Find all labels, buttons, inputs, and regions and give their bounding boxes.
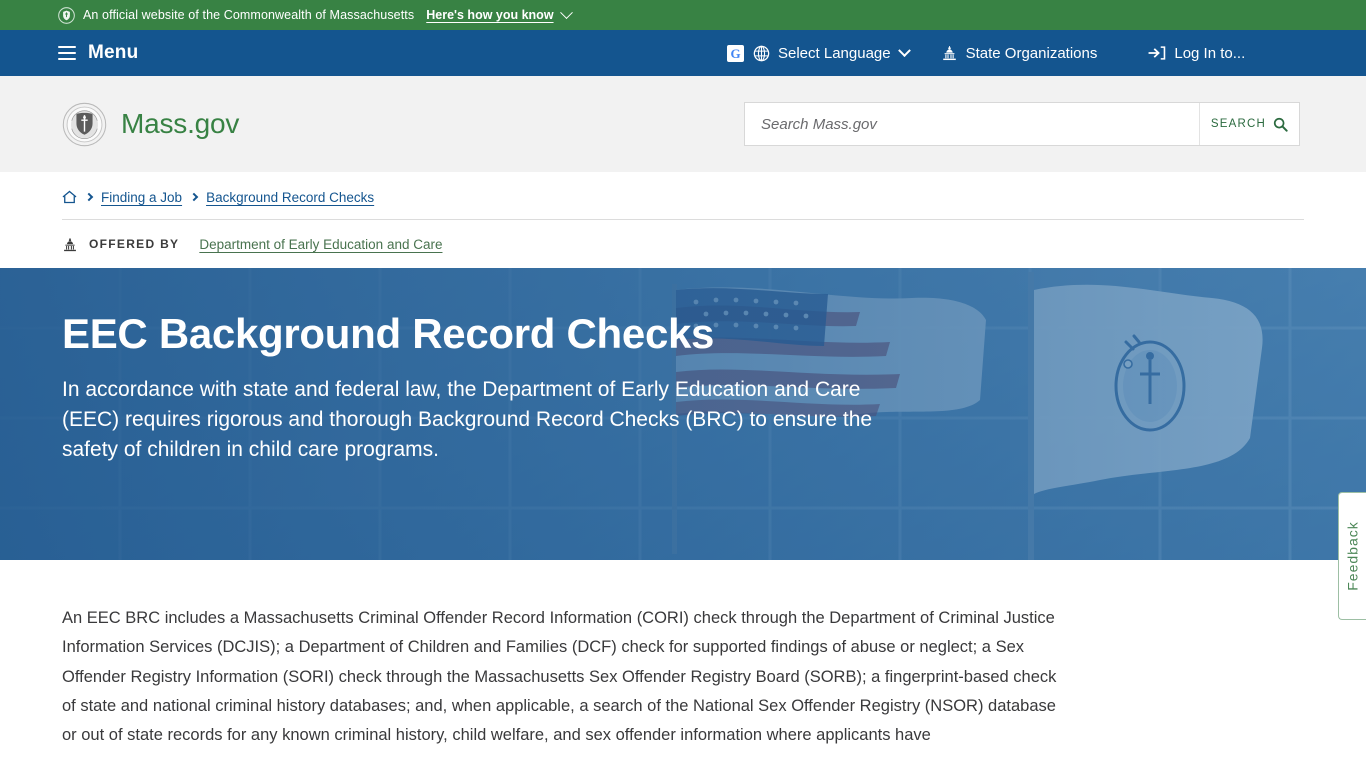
login-arrow-icon <box>1148 46 1166 60</box>
shield-icon <box>58 6 75 24</box>
page-title: EEC Background Record Checks <box>62 310 715 357</box>
offered-by-label: OFFERED BY <box>89 237 180 251</box>
capitol-building-icon <box>942 46 956 61</box>
log-in-to-link[interactable]: Log In to... <box>1148 45 1245 62</box>
google-translate-icon: G <box>727 44 744 62</box>
offered-by-organization-link[interactable]: Department of Early Education and Care <box>199 237 442 252</box>
breadcrumb-item-background-record-checks[interactable]: Background Record Checks <box>206 190 374 205</box>
official-banner-text: An official website of the Commonwealth … <box>83 8 415 22</box>
chevron-down-icon <box>897 43 911 57</box>
globe-icon <box>753 45 770 61</box>
breadcrumb-separator-icon <box>84 192 94 202</box>
hero-subtitle: In accordance with state and federal law… <box>62 378 873 461</box>
chevron-down-icon <box>559 5 573 19</box>
log-in-label: Log In to... <box>1174 44 1246 62</box>
home-icon[interactable] <box>62 190 77 204</box>
capitol-building-icon <box>64 237 76 251</box>
utility-navigation: Menu G Select Language State Organizatio… <box>0 30 1366 76</box>
breadcrumb-separator-icon <box>189 192 199 202</box>
feedback-tab[interactable]: Feedback <box>1338 492 1366 620</box>
main-menu-button[interactable]: Menu <box>58 42 138 64</box>
state-organizations-link[interactable]: State Organizations <box>941 44 1098 62</box>
site-search: SEARCH <box>744 102 1300 146</box>
menu-button-label: Menu <box>88 42 139 63</box>
breadcrumb-region: Finding a Job Background Record Checks O… <box>62 172 1304 268</box>
hamburger-icon <box>58 46 76 60</box>
search-button-label: SEARCH <box>1210 118 1267 130</box>
massachusetts-state-seal <box>62 102 107 146</box>
magnifier-icon <box>1273 117 1288 132</box>
hero-banner: EEC Background Record Checks In accordan… <box>0 268 1366 560</box>
search-button[interactable]: SEARCH <box>1199 103 1299 145</box>
official-website-banner: An official website of the Commonwealth … <box>0 0 1366 30</box>
select-language-dropdown[interactable]: G Select Language <box>727 43 911 62</box>
mass-gov-home-link[interactable]: Mass.gov <box>62 102 239 147</box>
main-content: An EEC BRC includes a Massachusetts Crim… <box>0 560 1366 750</box>
header-brand-band: Mass.gov SEARCH <box>0 76 1366 172</box>
state-organizations-label: State Organizations <box>965 44 1098 62</box>
brand-name: Mass.gov <box>121 108 240 139</box>
feedback-tab-label: Feedback <box>1344 521 1361 591</box>
breadcrumb-item-finding-a-job[interactable]: Finding a Job <box>101 190 182 205</box>
intro-paragraph: An EEC BRC includes a Massachusetts Crim… <box>62 609 1057 745</box>
breadcrumb: Finding a Job Background Record Checks <box>62 172 1304 210</box>
search-input[interactable] <box>745 103 1199 145</box>
heres-how-you-know-toggle[interactable]: Here's how you know <box>426 5 573 22</box>
heres-how-you-know-label: Here's how you know <box>426 8 554 22</box>
offered-by-region: OFFERED BY Department of Early Education… <box>62 220 1304 268</box>
select-language-label: Select Language <box>778 44 891 62</box>
